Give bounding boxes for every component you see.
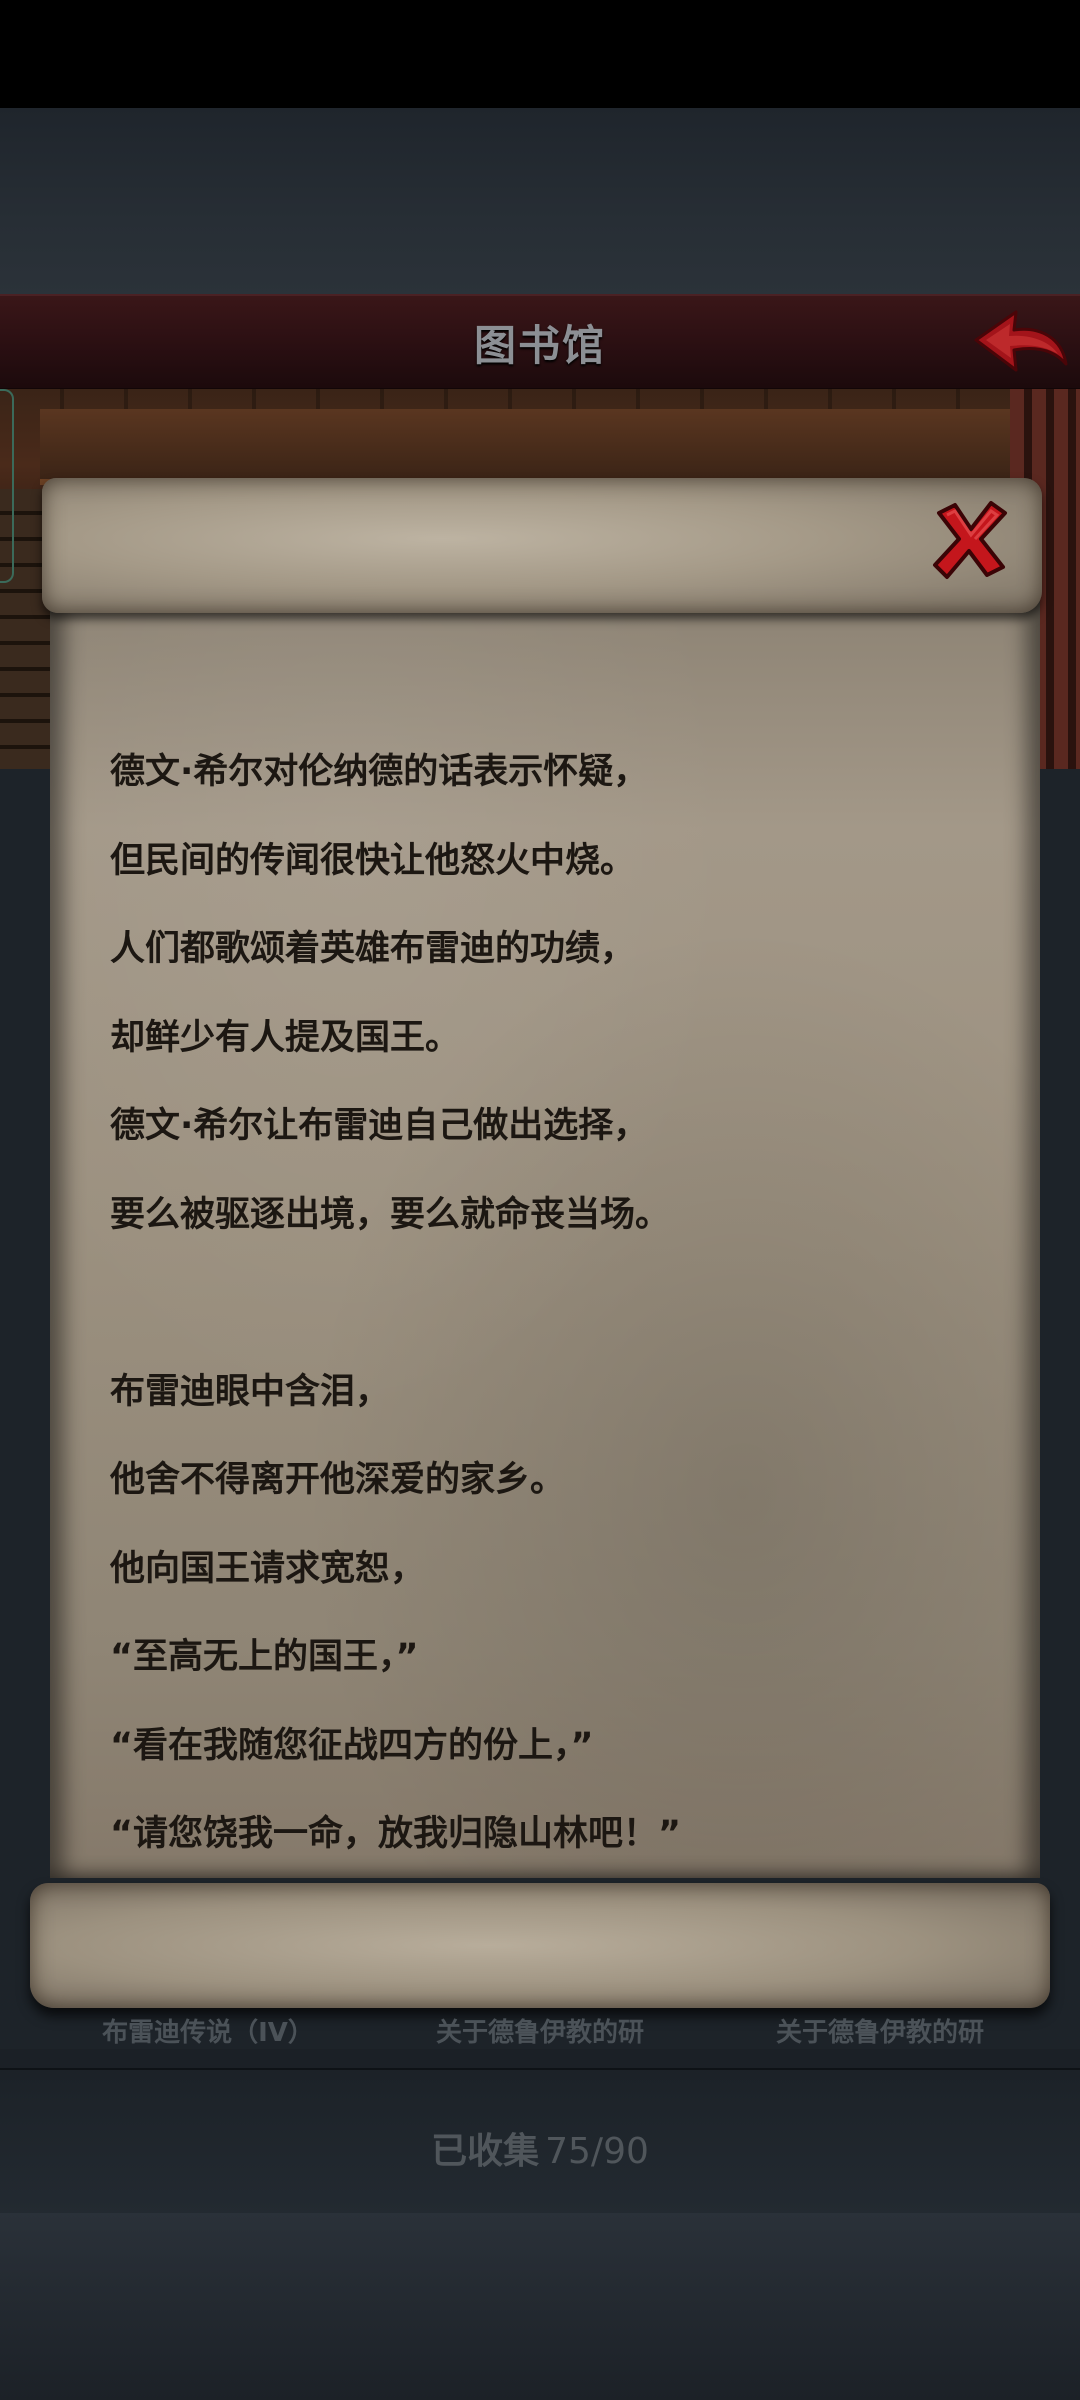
collection-label: 已收集 [431, 2131, 540, 2172]
bottom-background [0, 2213, 1080, 2400]
tab-druid-research-2[interactable]: 关于德鲁伊教的研 [720, 2012, 1040, 2049]
poem-line: 德文·希尔对伦纳德的话表示怀疑， [110, 752, 649, 792]
tab-druid-research-1[interactable]: 关于德鲁伊教的研 [390, 2012, 690, 2049]
back-arrow-icon [974, 310, 1068, 372]
tab-brady-legend[interactable]: 布雷迪传说（IV） [58, 2012, 358, 2049]
poem-line: “至高无上的国王，” [110, 1637, 419, 1677]
library-header: 图书馆 [0, 294, 1080, 391]
poem-line: 人们都歌颂着英雄布雷迪的功绩， [110, 929, 636, 969]
parchment-scroll: 德文·希尔对伦纳德的话表示怀疑， 但民间的传闻很快让他怒火中烧。 人们都歌颂着英… [30, 478, 1050, 2018]
poem-line: “请您饶我一命，放我归隐山林吧！” [110, 1814, 682, 1854]
poem-line: 他舍不得离开他深爱的家乡。 [110, 1460, 566, 1500]
side-tab-handle[interactable] [0, 389, 14, 583]
poem-line: 德文·希尔让布雷迪自己做出选择， [110, 1106, 649, 1146]
upper-background [0, 108, 1080, 296]
scroll-top-roll [42, 478, 1042, 613]
poem-line: 要么被驱逐出境，要么就命丧当场。 [110, 1194, 671, 1235]
poem-line-blank [110, 1259, 1010, 1348]
book-tabs: 布雷迪传说（IV） 关于德鲁伊教的研 关于德鲁伊教的研 [0, 2010, 1080, 2060]
close-button[interactable] [925, 493, 1015, 583]
library-arch [40, 409, 1040, 485]
poem-line: 却鲜少有人提及国王。 [110, 1017, 461, 1058]
poem-line: 但民间的传闻很快让他怒火中烧。 [110, 840, 636, 881]
poem-text: 德文·希尔对伦纳德的话表示怀疑， 但民间的传闻很快让他怒火中烧。 人们都歌颂着英… [110, 728, 1010, 1879]
poem-line: 布雷迪眼中含泪， [110, 1371, 391, 1412]
status-bar [0, 0, 1080, 108]
collection-status: 已收集 75/90 [0, 2122, 1080, 2174]
close-x-icon [933, 501, 1007, 579]
back-button[interactable] [970, 304, 1070, 380]
page-title: 图书馆 [473, 321, 606, 370]
collection-count: 75/90 [545, 2131, 649, 2172]
poem-line: “看在我随您征战四方的份上，” [110, 1725, 594, 1766]
scroll-bottom-roll [30, 1883, 1050, 2008]
poem-line: 他向国王请求宽恕， [110, 1548, 426, 1589]
collection-panel: 已收集 75/90 [0, 2068, 1080, 2215]
